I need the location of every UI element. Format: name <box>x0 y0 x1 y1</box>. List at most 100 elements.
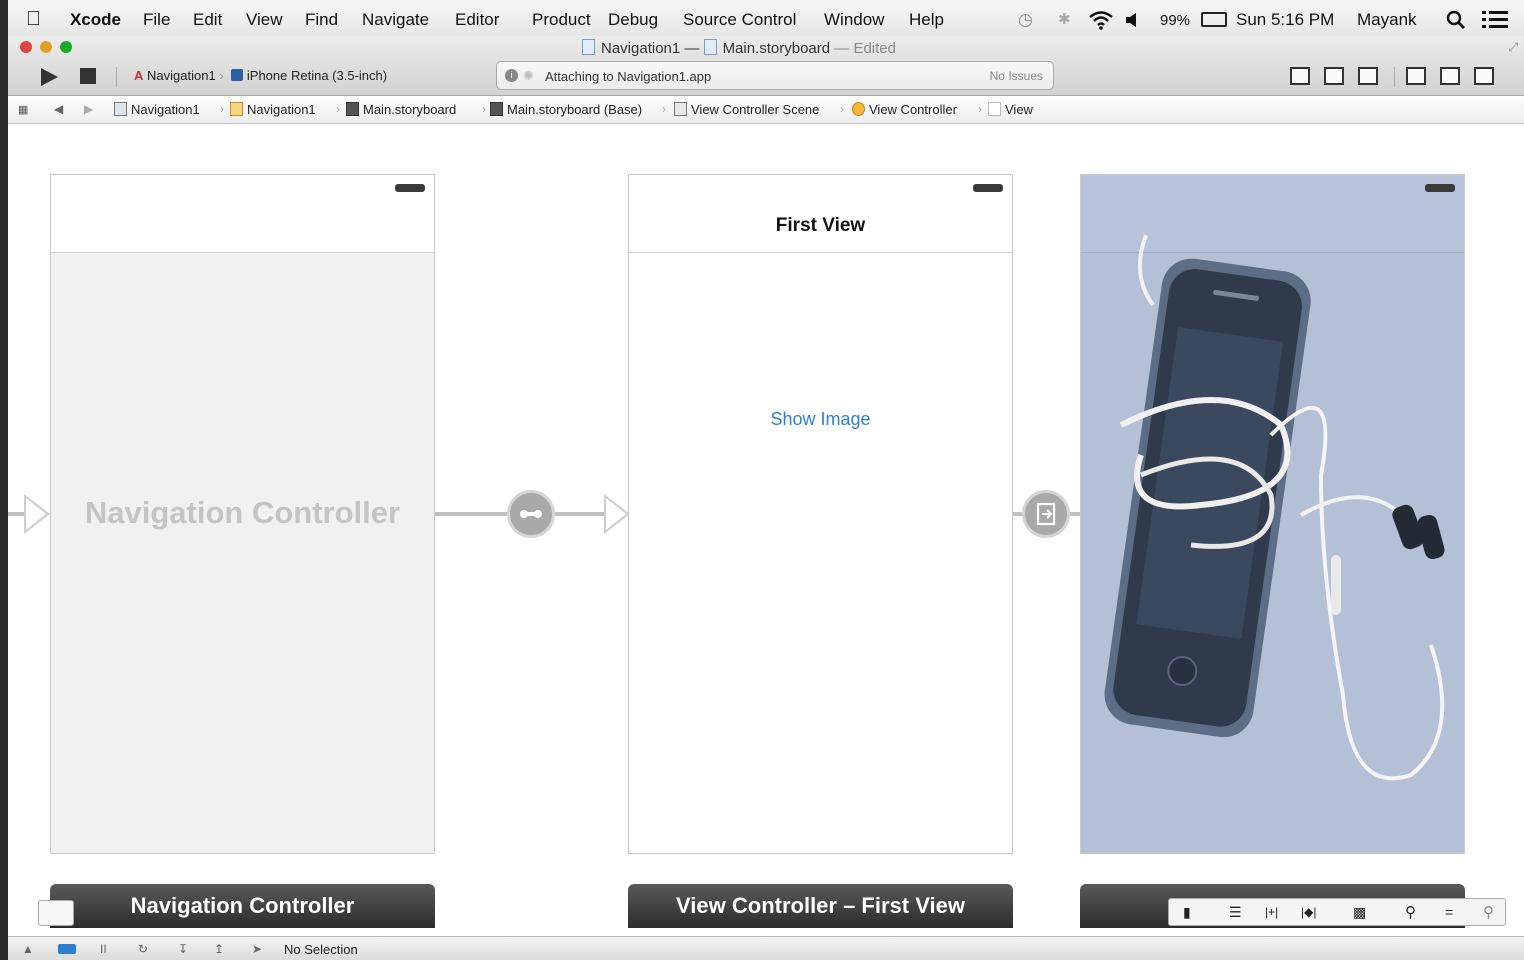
menu-product[interactable]: Product <box>532 10 591 30</box>
assistant-editor-icon[interactable] <box>1324 67 1344 85</box>
zoom-in-icon[interactable]: ⚲ <box>1483 903 1494 921</box>
project-icon <box>114 102 127 116</box>
standard-editor-icon[interactable] <box>1290 67 1310 85</box>
first-view-scene[interactable]: First View Show Image <box>628 174 1013 854</box>
run-icon[interactable] <box>38 66 60 88</box>
spinner-icon: ✺ <box>523 68 534 83</box>
window-title-file: Main.storyboard <box>722 40 831 57</box>
menu-navigate[interactable]: Navigate <box>362 10 429 30</box>
zoom-out-icon[interactable]: ⚲ <box>1405 903 1416 921</box>
minimize-button[interactable] <box>40 41 52 53</box>
search-icon[interactable] <box>1446 10 1466 30</box>
menu-edit[interactable]: Edit <box>193 10 222 30</box>
wifi-icon[interactable] <box>1088 10 1114 30</box>
show-image-button[interactable]: Show Image <box>629 409 1012 430</box>
window-title: Navigation1 — Main.storyboard — Edited <box>582 39 896 57</box>
location-icon[interactable]: ➤ <box>252 942 262 956</box>
document-outline-toggle[interactable] <box>38 900 74 926</box>
fullscreen-icon[interactable]: ⤢ <box>1508 40 1518 55</box>
apple-icon[interactable]:  <box>26 8 41 31</box>
navigator-toggle-icon[interactable] <box>1406 67 1426 85</box>
xcode-app-icon: A <box>134 68 144 83</box>
volume-icon[interactable] <box>1124 12 1140 28</box>
clock[interactable]: Sun 5:16 PM <box>1236 10 1334 30</box>
menu-find[interactable]: Find <box>305 10 338 30</box>
crumb-separator: › <box>662 102 666 116</box>
step-over-icon[interactable]: ↻ <box>138 942 148 956</box>
utilities-toggle-icon[interactable] <box>1474 67 1494 85</box>
forward-icon[interactable]: ▶ <box>84 102 93 116</box>
zoom-actual-icon[interactable]: = <box>1445 904 1453 920</box>
push-segue[interactable] <box>1022 490 1070 538</box>
scheme-selector[interactable]: A Navigation1 › iPhone Retina (3.5-inch) <box>134 68 387 83</box>
menu-editor[interactable]: Editor <box>455 10 499 30</box>
debug-area-toggle-icon[interactable] <box>1440 67 1460 85</box>
crumb-project[interactable]: Navigation1 <box>114 102 200 117</box>
crumb-scene[interactable]: View Controller Scene <box>674 102 819 117</box>
battery-percent[interactable]: 99% <box>1160 12 1190 29</box>
menu-window[interactable]: Window <box>824 10 884 30</box>
hide-debug-area-icon[interactable]: ▲ <box>22 942 34 956</box>
battery-indicator <box>973 184 1003 192</box>
project-icon <box>582 39 595 55</box>
layout-issues-icon[interactable]: ▩ <box>1353 904 1366 921</box>
view-controller-footer[interactable]: View Controller – First View <box>628 884 1013 928</box>
activity-viewer: i ✺ Attaching to Navigation1.app No Issu… <box>496 61 1054 90</box>
pause-icon[interactable]: II <box>100 942 107 956</box>
menu-app-name[interactable]: Xcode <box>70 10 121 30</box>
related-items-icon[interactable]: ▦ <box>18 103 28 116</box>
issues-label[interactable]: No Issues <box>990 69 1043 83</box>
push-icon <box>1036 502 1056 526</box>
menu-debug[interactable]: Debug <box>608 10 658 30</box>
bluetooth-icon[interactable]: ✱ <box>1058 10 1071 28</box>
photo-image-view <box>1104 234 1445 781</box>
menu-view[interactable]: View <box>246 10 283 30</box>
window-title-dash: — <box>684 40 700 57</box>
window-toolbar: Navigation1 — Main.storyboard — Edited ⤢… <box>8 36 1524 96</box>
breakpoints-toggle-icon[interactable] <box>58 944 76 954</box>
menu-file[interactable]: File <box>143 10 170 30</box>
device-icon <box>231 69 244 81</box>
list-icon[interactable] <box>1482 10 1508 30</box>
resolve-layout-icon[interactable]: ▮ <box>1183 904 1191 921</box>
battery-icon[interactable] <box>1201 12 1227 27</box>
stop-icon[interactable] <box>80 68 96 84</box>
crumb-storyboard[interactable]: Main.storyboard <box>346 102 456 117</box>
version-editor-icon[interactable] <box>1358 67 1378 85</box>
scene-icon <box>674 102 687 116</box>
user-name[interactable]: Mayank <box>1357 10 1417 30</box>
view-icon <box>988 102 1001 116</box>
image-view-scene[interactable] <box>1080 174 1465 854</box>
align-icon[interactable]: ☰ <box>1229 904 1242 921</box>
back-icon[interactable]: ◀ <box>54 102 63 116</box>
step-out-icon[interactable]: ↥ <box>214 942 224 956</box>
step-into-icon[interactable]: ↧ <box>178 942 188 956</box>
storyboard-canvas: Navigation Controller First View Show Im… <box>8 124 1524 936</box>
crumb-group[interactable]: Navigation1 <box>230 102 316 117</box>
initial-view-controller-arrow[interactable] <box>24 494 50 534</box>
window-title-edited: — Edited <box>834 40 896 57</box>
navigation-controller-footer[interactable]: Navigation Controller <box>50 884 435 928</box>
storyboard-icon <box>490 102 503 116</box>
status-icon: i <box>505 69 518 82</box>
zoom-button[interactable] <box>60 41 72 53</box>
activity-text: Attaching to Navigation1.app <box>545 69 712 84</box>
relationship-segue[interactable] <box>507 490 555 538</box>
crumb-view[interactable]: View <box>988 102 1033 117</box>
battery-indicator <box>395 184 425 192</box>
crumb-separator: › <box>978 102 982 116</box>
pin-icon[interactable]: |+| <box>1265 905 1278 919</box>
menu-help[interactable]: Help <box>909 10 944 30</box>
storyboard-file-icon <box>703 39 717 55</box>
crumb-storyboard-base[interactable]: Main.storyboard (Base) <box>490 102 642 117</box>
close-button[interactable] <box>20 41 32 53</box>
time-machine-icon[interactable]: ◷ <box>1018 10 1033 30</box>
resizing-icon[interactable]: |◆| <box>1301 905 1316 919</box>
menu-source-control[interactable]: Source Control <box>683 10 796 30</box>
navigation-controller-scene[interactable]: Navigation Controller <box>50 174 435 854</box>
crumb-separator: › <box>220 102 224 116</box>
crumb-view-controller[interactable]: View Controller <box>852 102 957 117</box>
navigation-bar: First View <box>629 175 1012 253</box>
storyboard-icon <box>346 102 359 116</box>
selection-status: No Selection <box>284 942 358 957</box>
